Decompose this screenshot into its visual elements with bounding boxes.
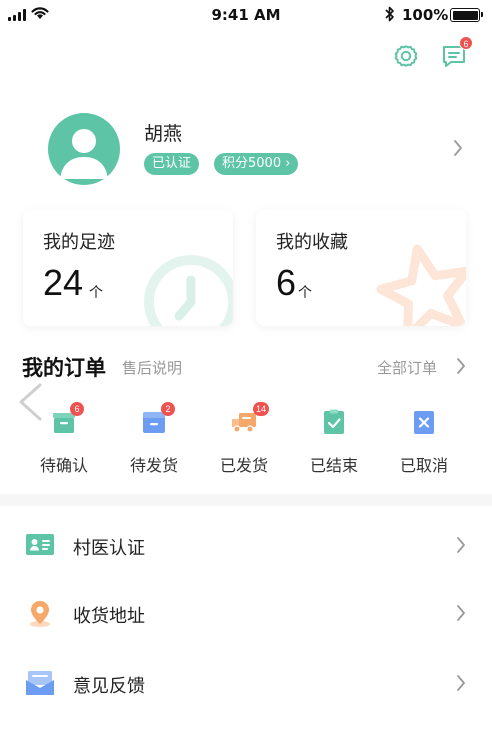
settings-gear-icon[interactable] (392, 42, 420, 70)
id-card-icon (26, 534, 54, 555)
profile-section[interactable]: 胡燕 已认证 积分5000 › (0, 105, 492, 195)
order-badge: 2 (161, 402, 175, 416)
location-pin-icon (30, 601, 50, 627)
footprint-watermark-icon (144, 255, 233, 326)
bluetooth-icon (385, 6, 394, 22)
user-name: 胡燕 (144, 123, 183, 145)
order-pending-ship[interactable]: 2 待发货 (119, 402, 189, 478)
message-badge: 6 (459, 36, 473, 50)
status-bar: 9:41 AM 100% (0, 0, 492, 30)
order-badge: 6 (70, 402, 84, 416)
section-divider (0, 494, 492, 506)
order-shipped[interactable]: 14 已发货 (209, 402, 279, 478)
menu-item-label: 村医认证 (73, 538, 145, 559)
favorites-watermark-icon (376, 244, 466, 326)
orders-title: 我的订单 (22, 356, 106, 380)
chevron-right-icon (457, 537, 465, 553)
order-label: 已取消 (399, 456, 448, 475)
favorites-unit: 个 (298, 285, 312, 301)
feedback-mail-icon (26, 671, 54, 695)
after-sales-link[interactable]: 售后说明 (122, 357, 182, 378)
chevron-right-icon (454, 140, 462, 156)
footprint-count: 24 (43, 262, 84, 303)
footprint-title: 我的足迹 (43, 232, 115, 253)
menu-item-label: 收货地址 (73, 606, 145, 627)
footprint-unit: 个 (89, 285, 103, 301)
menu-item-shipping-address[interactable]: 收货地址 (0, 580, 492, 648)
order-label: 已结束 (309, 456, 358, 475)
order-badge: 14 (253, 402, 270, 416)
chevron-right-icon (457, 675, 465, 691)
avatar[interactable] (48, 113, 120, 185)
order-label: 待发货 (129, 456, 178, 475)
user-avatar-icon (60, 129, 108, 179)
menu-item-feedback[interactable]: 意见反馈 (0, 650, 492, 718)
menu-item-doctor-verification[interactable]: 村医认证 (0, 512, 492, 580)
menu-item-label: 意见反馈 (73, 676, 145, 697)
favorites-count: 6 (276, 262, 297, 303)
check-clipboard-icon (324, 409, 344, 434)
chevron-right-icon (457, 358, 465, 374)
favorites-card[interactable]: 我的收藏 6 个 (256, 210, 466, 326)
order-label: 待确认 (39, 456, 88, 475)
chevron-right-icon (457, 605, 465, 621)
favorites-title: 我的收藏 (276, 232, 348, 253)
order-cancelled[interactable]: 已取消 (389, 402, 459, 478)
order-completed[interactable]: 已结束 (299, 402, 369, 478)
footprint-card[interactable]: 我的足迹 24 个 (23, 210, 233, 326)
cancel-icon (414, 411, 434, 434)
order-label: 已发货 (219, 456, 268, 475)
battery-percent: 100% (402, 6, 449, 24)
all-orders-link[interactable]: 全部订单 (377, 357, 437, 378)
order-pending-confirm[interactable]: 6 待确认 (29, 402, 99, 478)
points-badge[interactable]: 积分5000 › (214, 153, 299, 175)
battery-icon (450, 8, 483, 22)
verified-badge: 已认证 (144, 153, 200, 175)
